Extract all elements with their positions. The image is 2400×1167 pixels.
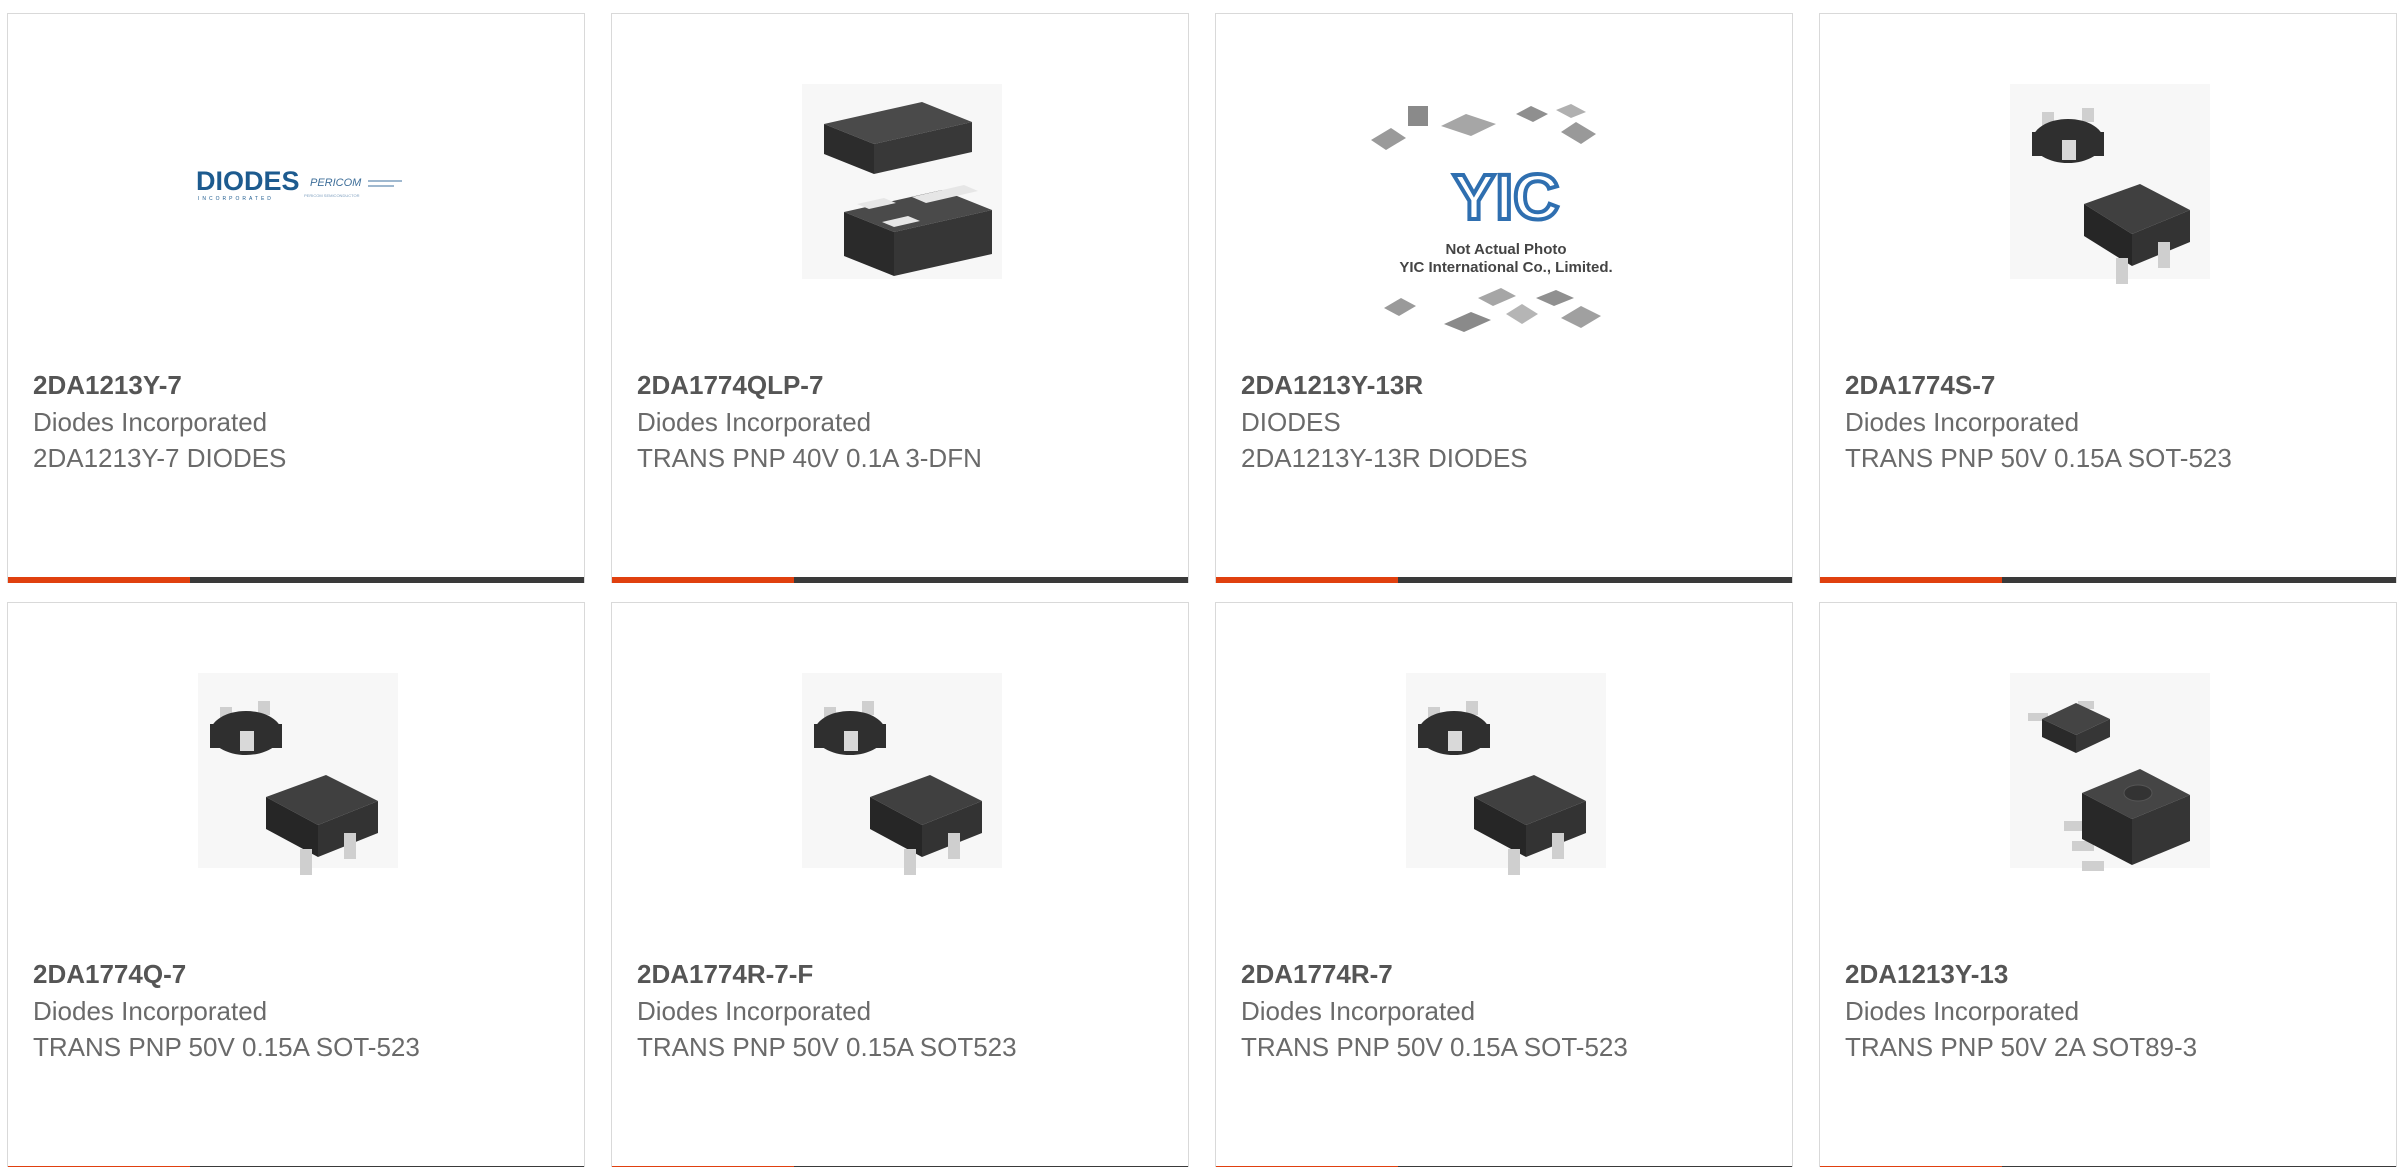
card-bottom-bar — [1216, 577, 1792, 583]
product-image[interactable] — [1216, 603, 1792, 933]
part-number[interactable]: 2DA1774R-7 — [1241, 959, 1393, 990]
manufacturer: Diodes Incorporated — [637, 996, 872, 1026]
card-accent-bar — [1820, 577, 2002, 583]
product-image[interactable]: DIODES INCORPORATED PERICOM PERICOM SEMI… — [8, 14, 584, 344]
manufacturer: Diodes Incorporated — [1845, 996, 2080, 1026]
product-card[interactable]: 2DA1774QLP-7 Diodes Incorporated TRANS P… — [611, 13, 1189, 583]
yic-placeholder-photo-icon: YIC Not Actual Photo YIC International C… — [1371, 104, 1613, 332]
manufacturer: Diodes Incorporated — [1241, 996, 1476, 1026]
description: TRANS PNP 50V 0.15A SOT-523 — [1241, 1032, 1628, 1062]
product-image[interactable] — [1820, 603, 2396, 933]
manufacturer: Diodes Incorporated — [33, 996, 268, 1026]
manufacturer: Diodes Incorporated — [1845, 407, 2080, 437]
logo-brand-sub: INCORPORATED — [198, 196, 274, 202]
dfn-package-icon — [802, 84, 1002, 279]
product-grid: DIODES INCORPORATED PERICOM PERICOM SEMI… — [0, 0, 2400, 1167]
product-image[interactable] — [612, 14, 1188, 344]
card-accent-bar — [8, 577, 190, 583]
part-number[interactable]: 2DA1213Y-13R — [1241, 370, 1423, 401]
card-bottom-bar — [612, 577, 1188, 583]
product-card[interactable]: 2DA1774S-7 Diodes Incorporated TRANS PNP… — [1819, 13, 2397, 583]
product-card[interactable]: 2DA1213Y-13 Diodes Incorporated TRANS PN… — [1819, 602, 2397, 1167]
description: TRANS PNP 50V 0.15A SOT523 — [637, 1032, 1017, 1062]
sot89-package-icon — [2010, 673, 2210, 871]
description: TRANS PNP 50V 0.15A SOT-523 — [33, 1032, 420, 1062]
part-number[interactable]: 2DA1774Q-7 — [33, 959, 186, 990]
logo-brand: DIODES — [196, 166, 300, 196]
logo-partner-sub: PERICOM SEMICONDUCTOR — [304, 193, 360, 198]
sot523-package-icon — [2010, 84, 2210, 284]
part-number[interactable]: 2DA1213Y-13 — [1845, 959, 2008, 990]
card-accent-bar — [612, 577, 794, 583]
card-bottom-bar — [1820, 577, 2396, 583]
image-caption-line-2: YIC International Co., Limited. — [1399, 259, 1612, 276]
sot523-package-icon — [1406, 673, 1606, 875]
product-card[interactable]: 2DA1774R-7-F Diodes Incorporated TRANS P… — [611, 602, 1189, 1167]
description: 2DA1213Y-7 DIODES — [33, 443, 287, 473]
image-caption-line-1: Not Actual Photo — [1445, 241, 1566, 258]
logo-partner: PERICOM — [310, 177, 362, 189]
card-bottom-bar — [8, 577, 584, 583]
description: 2DA1213Y-13R DIODES — [1241, 443, 1528, 473]
product-image[interactable]: YIC Not Actual Photo YIC International C… — [1216, 14, 1792, 344]
diodes-pericom-logo-icon: DIODES INCORPORATED PERICOM PERICOM SEMI… — [196, 166, 402, 202]
yic-logo: YIC — [1453, 161, 1560, 233]
product-image[interactable] — [8, 603, 584, 933]
part-number[interactable]: 2DA1213Y-7 — [33, 370, 182, 401]
sot523-package-icon — [802, 673, 1002, 875]
product-card[interactable]: DIODES INCORPORATED PERICOM PERICOM SEMI… — [7, 13, 585, 583]
part-number[interactable]: 2DA1774R-7-F — [637, 959, 813, 990]
product-card[interactable]: YIC Not Actual Photo YIC International C… — [1215, 13, 1793, 583]
description: TRANS PNP 50V 2A SOT89-3 — [1845, 1032, 2198, 1062]
product-image[interactable] — [612, 603, 1188, 933]
manufacturer: DIODES — [1241, 407, 1341, 437]
manufacturer: Diodes Incorporated — [33, 407, 268, 437]
sot523-package-icon — [198, 673, 398, 875]
product-card[interactable]: 2DA1774Q-7 Diodes Incorporated TRANS PNP… — [7, 602, 585, 1167]
description: TRANS PNP 50V 0.15A SOT-523 — [1845, 443, 2232, 473]
card-accent-bar — [1216, 577, 1398, 583]
manufacturer: Diodes Incorporated — [637, 407, 872, 437]
product-card[interactable]: 2DA1774R-7 Diodes Incorporated TRANS PNP… — [1215, 602, 1793, 1167]
product-image[interactable] — [1820, 14, 2396, 344]
part-number[interactable]: 2DA1774QLP-7 — [637, 370, 823, 401]
part-number[interactable]: 2DA1774S-7 — [1845, 370, 1995, 401]
description: TRANS PNP 40V 0.1A 3-DFN — [637, 443, 982, 473]
